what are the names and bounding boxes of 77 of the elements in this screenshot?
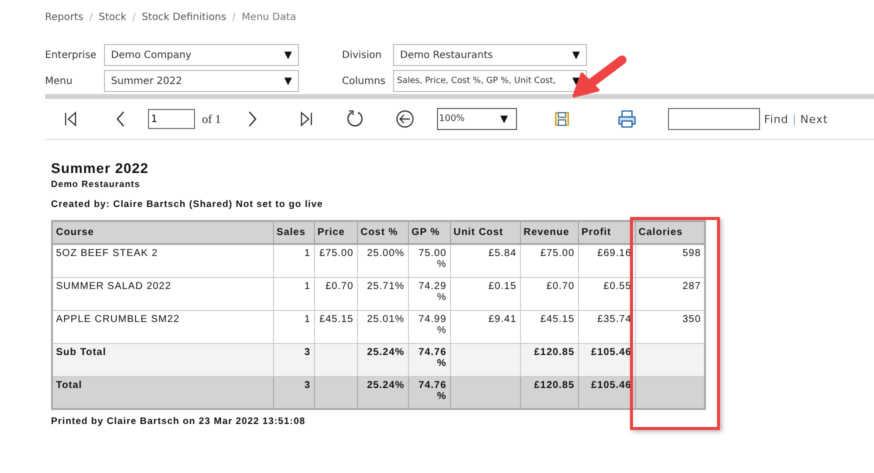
table-cell: 25.00% [357,244,408,277]
column-header: GP % [408,221,450,244]
table-cell: £0.70 [314,277,357,310]
table-cell: £5.84 [450,244,520,277]
field-label: Menu [45,76,74,86]
column-header: Profit [578,221,635,244]
dropdown[interactable]: Demo Restaurants ▼ [393,44,587,66]
field-label: Enterprise [45,50,98,60]
column-header: Calories [635,221,705,244]
breadcrumb-link[interactable]: Stock Definitions [142,12,226,30]
table-cell: SUMMER SALAD 2022 [52,277,273,310]
table-cell: APPLE CRUMBLE SM22 [52,310,273,343]
table-cell: £120.85 [520,376,578,409]
printed-by-text: Printed by Claire Bartsch on 23 Mar 2022 13:51:08 [51,416,306,427]
print-icon[interactable] [617,109,637,129]
table-cell: 5OZ BEEF STEAK 2 [52,244,273,277]
table-cell: £9.41 [450,310,520,343]
table-cell [450,343,520,376]
table-cell: 1 [273,277,314,310]
breadcrumb-link[interactable]: Menu Data [242,12,296,30]
table-cell: Sub Total [52,343,273,376]
table-cell: £105.46 [578,376,635,409]
table-cell: 74.99 % [408,310,450,343]
table-cell: £0.55 [578,277,635,310]
breadcrumb-separator: / [89,12,93,25]
table-cell: 74.76 % [408,376,450,409]
table-cell: £75.00 [314,244,357,277]
back-icon[interactable] [395,109,415,129]
created-by-text: Created by: Claire Bartsch (Shared) Not set to go live [51,199,324,210]
column-header: Sales [273,221,314,244]
column-header: Unit Cost [450,221,520,244]
column-header: Revenue [520,221,578,244]
table-cell [314,343,357,376]
column-header: Price [314,221,357,244]
link-separator: | [792,112,796,126]
table-cell: 1 [273,244,314,277]
page-count: of 1 [202,112,221,126]
dropdown[interactable]: Demo Company ▼ [104,44,299,66]
save-icon[interactable] [553,110,571,128]
table-cell: 3 [273,343,314,376]
table-cell: 25.71% [357,277,408,310]
table-cell: 74.29 % [408,277,450,310]
table-cell: 1 [273,310,314,343]
table-cell: £120.85 [520,343,578,376]
field-label: Division [342,50,383,60]
table-cell: £0.70 [520,277,578,310]
table-cell [635,343,705,376]
breadcrumb-separator: / [132,12,136,25]
find-link[interactable]: Find [764,112,789,126]
column-header: Cost % [357,221,408,244]
table-cell: £105.46 [578,343,635,376]
report-subtitle: Demo Restaurants [51,179,142,189]
find-field[interactable] [668,108,760,130]
table-cell: 74.76 % [408,343,450,376]
zoom-dropdown[interactable]: 100% ▼ [437,108,517,130]
dropdown[interactable]: Summer 2022 ▼ [104,70,299,92]
page-number-field[interactable]: 1 [148,109,195,129]
report-title: Summer 2022 [51,160,150,176]
table-cell: £45.15 [314,310,357,343]
breadcrumb-link[interactable]: Stock [98,12,126,30]
table-cell: £75.00 [520,244,578,277]
table-cell: 25.01% [357,310,408,343]
table-cell: £45.15 [520,310,578,343]
field-label: Columns [342,76,387,86]
next-link[interactable]: Next [800,112,828,126]
breadcrumb-link[interactable]: Reports [45,12,84,30]
breadcrumb-separator: / [232,12,236,25]
table-cell: 25.24% [357,376,408,409]
column-header: Course [52,221,273,244]
table-cell: £0.15 [450,277,520,310]
table-cell: Total [52,376,273,409]
refresh-icon[interactable] [345,109,365,129]
table-cell: £35.74 [578,310,635,343]
table-cell: 25.24% [357,343,408,376]
table-cell: 3 [273,376,314,409]
table-cell: £69.16 [578,244,635,277]
table-cell: 75.00 % [408,244,450,277]
